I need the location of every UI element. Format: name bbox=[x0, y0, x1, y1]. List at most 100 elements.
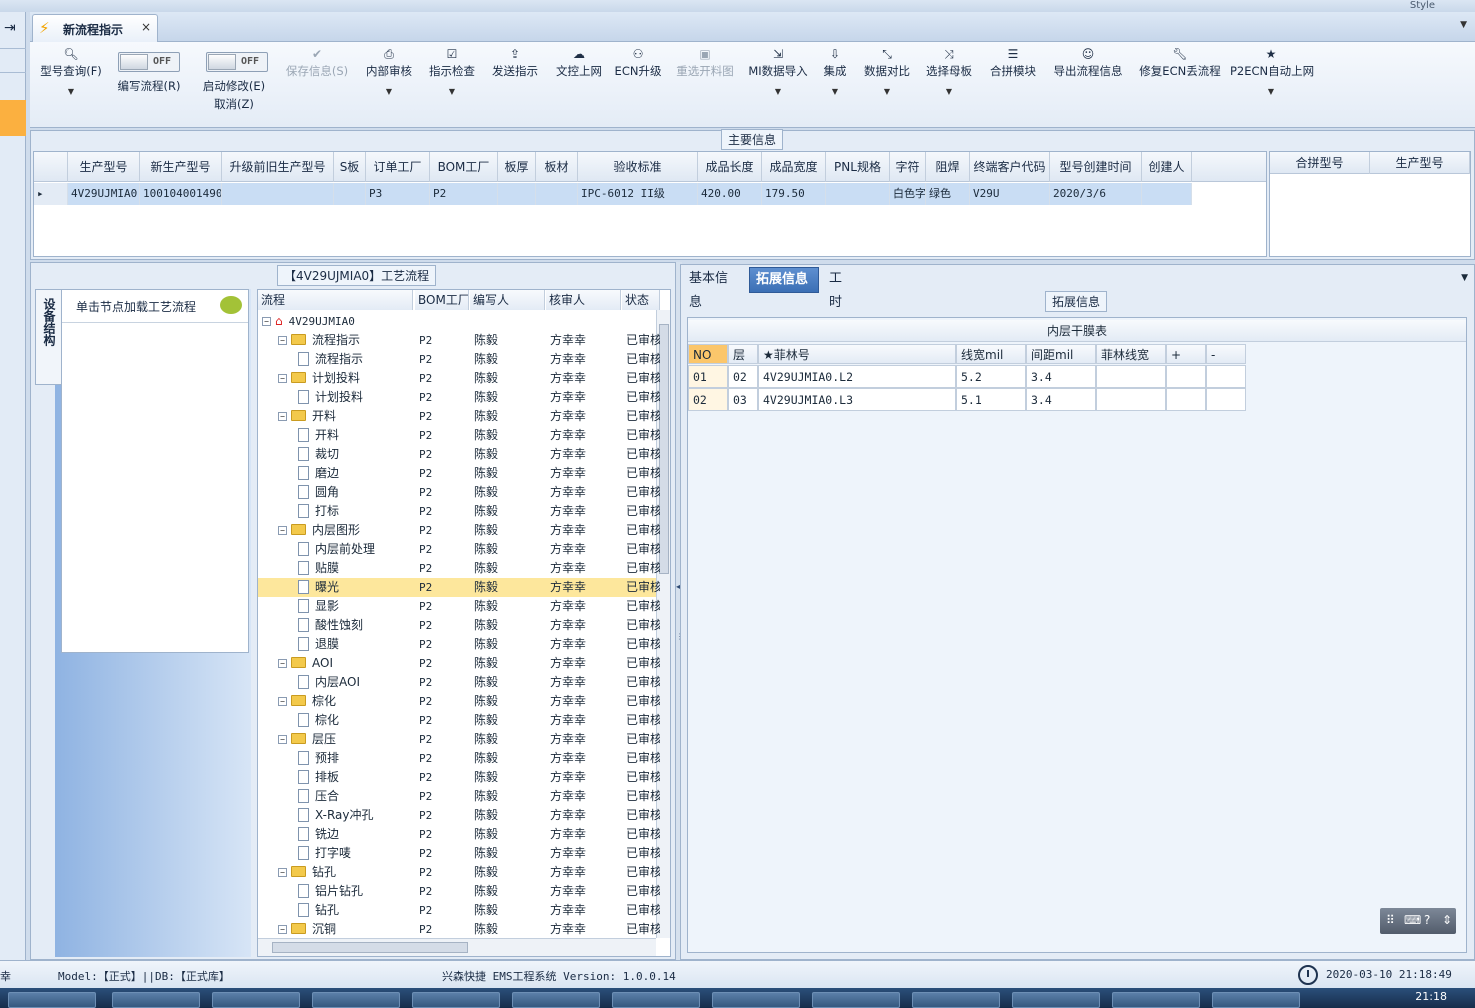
tree-row[interactable]: − 钻孔 P2 陈毅 方幸幸 已审核 bbox=[258, 863, 660, 882]
table-cell[interactable]: 2020/3/6 bbox=[1050, 183, 1142, 205]
tree-row[interactable]: − 计划投料 P2 陈毅 方幸幸 已审核 bbox=[258, 369, 660, 388]
login-icon[interactable]: ⇥ bbox=[4, 20, 16, 36]
scroll-thumb[interactable] bbox=[659, 324, 669, 574]
send-button[interactable]: ⇪ 发送指示 bbox=[488, 44, 542, 79]
tree-row[interactable]: − 开料 P2 陈毅 方幸幸 已审核 bbox=[258, 407, 660, 426]
collapse-icon[interactable]: − bbox=[278, 336, 287, 345]
modify-button[interactable]: 启动修改(E) bbox=[198, 78, 270, 94]
table-cell[interactable]: 3.4 bbox=[1026, 365, 1096, 388]
inner-dry-film-table[interactable]: 内层干膜表 NO 层 ★菲林号 线宽mil 间距mil 菲林线宽 + -01 02 4V29UJM… bbox=[688, 318, 1466, 952]
check-button[interactable]: ☑ 指示检查 ▼ bbox=[426, 44, 478, 96]
table-cell[interactable]: P3 bbox=[366, 183, 430, 205]
tree-row[interactable]: X-Ray冲孔 P2 陈毅 方幸幸 已审核 bbox=[258, 806, 660, 825]
column-header[interactable]: 验收标准 bbox=[578, 152, 698, 182]
column-header[interactable]: ★菲林号 bbox=[758, 344, 956, 364]
table-cell[interactable]: 绿色 bbox=[926, 183, 970, 205]
collapse-icon[interactable]: − bbox=[278, 412, 287, 421]
tab-basic-info[interactable]: 基本信息 bbox=[683, 267, 741, 310]
table-row[interactable]: ▸4V29UJMIA010010400149030 P3P2 IPC-6012 II… bbox=[34, 183, 1192, 205]
reselect-button[interactable]: ▣ 重选开料图 bbox=[670, 44, 740, 79]
table-cell[interactable]: 01 bbox=[688, 365, 728, 388]
column-header[interactable]: - bbox=[1206, 344, 1246, 364]
tree-row[interactable]: 曝光 P2 陈毅 方幸幸 已审核 bbox=[258, 578, 660, 597]
column-header[interactable]: + bbox=[1166, 344, 1206, 364]
collapse-icon[interactable]: − bbox=[262, 317, 271, 326]
table-cell[interactable]: V29U bbox=[970, 183, 1050, 205]
modify-toggle[interactable]: OFF bbox=[206, 52, 268, 72]
taskbar-app[interactable] bbox=[112, 992, 200, 1008]
taskbar-app[interactable] bbox=[212, 992, 300, 1008]
column-header[interactable]: 状态 bbox=[622, 290, 660, 310]
taskbar-app[interactable] bbox=[512, 992, 600, 1008]
main-info-grid[interactable]: 生产型号 新生产型号 升级前旧生产型号 S板 订单工厂 BOM工厂 板厚 板材 验收标准 成品长度… bbox=[33, 151, 1267, 257]
table-cell[interactable]: 4V29UJMIA0.L2 bbox=[758, 365, 956, 388]
tab-equipment-structure[interactable]: 设备结构 bbox=[35, 289, 61, 385]
column-header[interactable]: 成品宽度 bbox=[762, 152, 826, 182]
spin-icon[interactable]: ⇕ bbox=[1442, 913, 1452, 927]
tree-row[interactable]: 排板 P2 陈毅 方幸幸 已审核 bbox=[258, 768, 660, 787]
table-cell[interactable]: 420.00 bbox=[698, 183, 762, 205]
tree-row[interactable]: 铝片钻孔 P2 陈毅 方幸幸 已审核 bbox=[258, 882, 660, 901]
tree-row[interactable]: − 流程指示 P2 陈毅 方幸幸 已审核 bbox=[258, 331, 660, 350]
column-header[interactable]: 阻焊 bbox=[926, 152, 970, 182]
column-header[interactable]: 生产型号 bbox=[1370, 152, 1470, 174]
table-cell[interactable] bbox=[222, 183, 334, 205]
table-cell[interactable]: 02 bbox=[688, 388, 728, 411]
collapse-icon[interactable]: − bbox=[278, 659, 287, 668]
table-cell[interactable] bbox=[536, 183, 578, 205]
tree-row[interactable]: 预排 P2 陈毅 方幸幸 已审核 bbox=[258, 749, 660, 768]
table-cell[interactable]: P2 bbox=[430, 183, 498, 205]
mi-import-button[interactable]: ⇲ MI数据导入 ▼ bbox=[746, 44, 810, 96]
column-header[interactable]: 生产型号 bbox=[68, 152, 140, 182]
node-load-box[interactable]: 单击节点加载工艺流程 bbox=[61, 289, 249, 653]
table-cell[interactable]: 3.4 bbox=[1026, 388, 1096, 411]
table-cell[interactable]: 4V29UJMIA0 bbox=[68, 183, 140, 205]
column-header[interactable]: 合拼型号 bbox=[1270, 152, 1370, 174]
table-cell[interactable] bbox=[498, 183, 536, 205]
save-button[interactable]: ✔ 保存信息(S) bbox=[282, 44, 352, 79]
taskbar-app[interactable] bbox=[1112, 992, 1200, 1008]
tree-row[interactable]: − 沉铜 P2 陈毅 方幸幸 已审核 bbox=[258, 920, 660, 939]
collapse-icon[interactable]: − bbox=[278, 697, 287, 706]
table-cell[interactable] bbox=[1142, 183, 1192, 205]
internal-review-button[interactable]: ⎙ 内部审核 ▼ bbox=[362, 44, 416, 96]
tree-row[interactable]: 贴膜 P2 陈毅 方幸幸 已审核 bbox=[258, 559, 660, 578]
column-header[interactable]: 流程 bbox=[258, 290, 413, 310]
taskbar-app[interactable] bbox=[712, 992, 800, 1008]
tree-row[interactable]: 开料 P2 陈毅 方幸幸 已审核 bbox=[258, 426, 660, 445]
help-icon[interactable]: ? bbox=[1424, 913, 1430, 927]
tab-dropdown-icon[interactable]: ▼ bbox=[1460, 20, 1467, 30]
column-header[interactable]: 线宽mil bbox=[956, 344, 1026, 364]
tab-dropdown-icon[interactable]: ▼ bbox=[1461, 273, 1468, 283]
taskbar-app[interactable] bbox=[312, 992, 400, 1008]
taskbar-app[interactable] bbox=[1012, 992, 1100, 1008]
table-cell[interactable] bbox=[334, 183, 366, 205]
column-header[interactable]: 创建人 bbox=[1142, 152, 1192, 182]
tab-extension-info[interactable]: 拓展信息 bbox=[749, 267, 819, 293]
table-cell[interactable] bbox=[826, 183, 890, 205]
tree-row[interactable]: 流程指示 P2 陈毅 方幸幸 已审核 bbox=[258, 350, 660, 369]
taskbar-app[interactable] bbox=[812, 992, 900, 1008]
table-cell[interactable]: 5.1 bbox=[956, 388, 1026, 411]
ecn-upgrade-button[interactable]: ⚇ ECN升级 bbox=[614, 44, 662, 79]
column-header[interactable]: 订单工厂 bbox=[366, 152, 430, 182]
style-label[interactable]: Style bbox=[1410, 0, 1435, 11]
upload-button[interactable]: ☁ 文控上网 bbox=[552, 44, 606, 79]
column-header[interactable]: NO bbox=[688, 344, 728, 364]
collapse-icon[interactable]: − bbox=[278, 735, 287, 744]
column-header[interactable]: 字符 bbox=[890, 152, 926, 182]
tree-row[interactable]: − 内层图形 P2 陈毅 方幸幸 已审核 bbox=[258, 521, 660, 540]
tree-row[interactable]: 打标 P2 陈毅 方幸幸 已审核 bbox=[258, 502, 660, 521]
column-header[interactable]: 菲林线宽 bbox=[1096, 344, 1166, 364]
table-cell[interactable] bbox=[1166, 388, 1206, 411]
write-flow-button[interactable]: 编写流程(R) bbox=[112, 78, 186, 94]
column-header[interactable]: PNL规格 bbox=[826, 152, 890, 182]
repair-button[interactable]: 🔧︎ 修复ECN丢流程 bbox=[1136, 44, 1224, 79]
p2ecn-button[interactable]: ★ P2ECN自动上网 ▼ bbox=[1230, 44, 1314, 96]
tree-row[interactable]: 压合 P2 陈毅 方幸幸 已审核 bbox=[258, 787, 660, 806]
help-toolbox[interactable]: ⠿ ⌨ ? ⇕ bbox=[1380, 908, 1456, 934]
close-icon[interactable]: × bbox=[141, 20, 151, 34]
tree-row[interactable]: 钻孔 P2 陈毅 方幸幸 已审核 bbox=[258, 901, 660, 920]
taskbar-app[interactable] bbox=[912, 992, 1000, 1008]
table-cell[interactable]: 02 bbox=[728, 365, 758, 388]
